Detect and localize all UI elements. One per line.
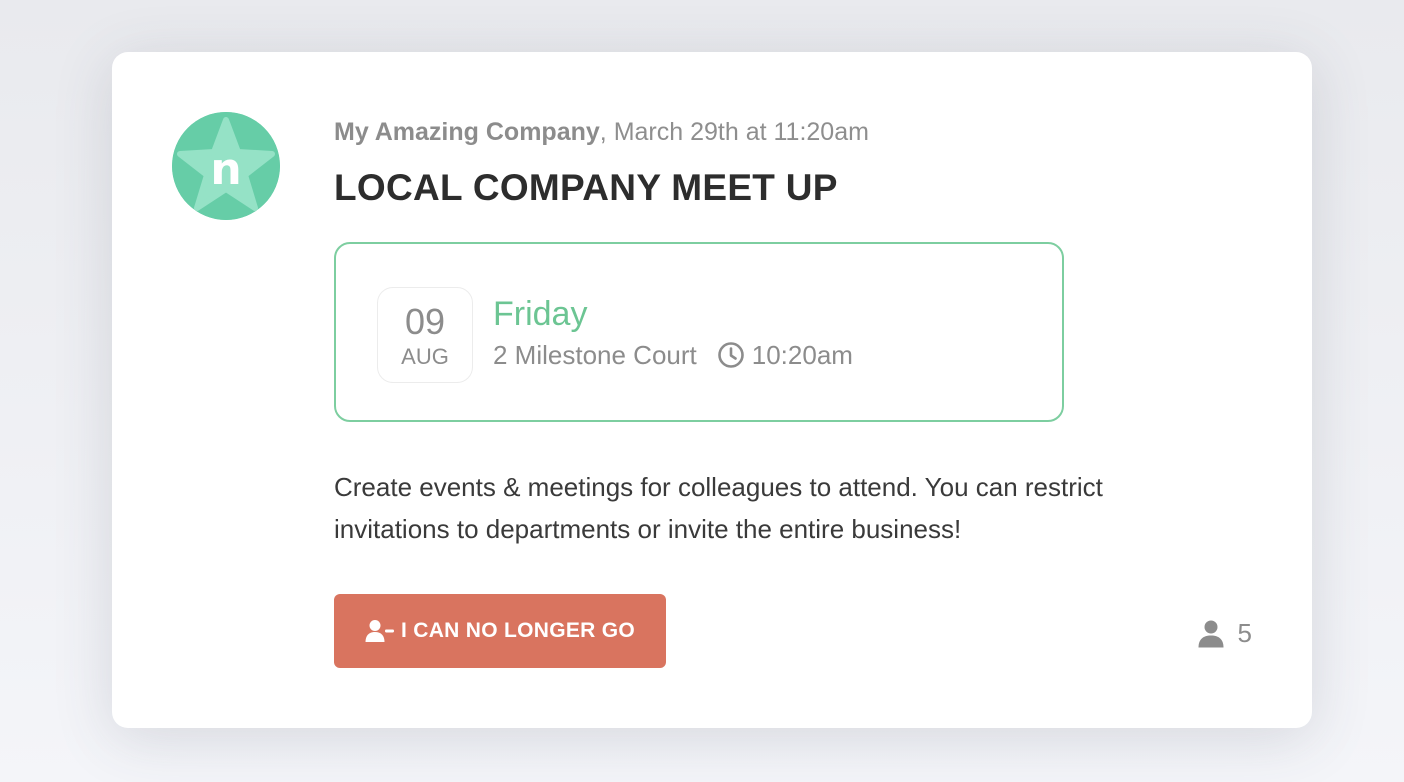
attendee-count-value: 5 [1237,618,1252,648]
company-avatar[interactable]: n [172,112,280,220]
user-minus-icon [365,619,395,643]
clock-icon [717,341,745,369]
date-day: 09 [404,301,446,342]
cancel-attendance-button[interactable]: I CAN NO LONGER GO [334,594,666,668]
event-details-box: 09 AUG Friday 2 Milestone Court 10:20am [334,242,1064,422]
star-logo-icon: n [172,112,280,220]
date-tile: 09 AUG [377,287,473,383]
person-icon [1198,620,1224,648]
event-location: 2 Milestone Court [493,340,697,370]
header-separator: , [599,118,607,146]
attendee-count[interactable]: 5 [1198,618,1252,649]
company-name[interactable]: My Amazing Company [334,118,600,146]
post-timestamp: March 29th at 11:20am [613,118,869,146]
event-time: 10:20am [751,340,853,370]
event-description: Create events & meetings for colleagues … [334,472,1103,544]
date-month: AUG [401,344,449,369]
avatar-letter: n [210,144,241,195]
cancel-attendance-label: I CAN NO LONGER GO [400,619,636,642]
event-meta: 2 Milestone Court 10:20am [493,339,853,371]
event-post-card: n My Amazing Company, March 29th at 11:2… [112,52,1312,728]
post-header: My Amazing Company, March 29th at 11:20a… [334,118,869,147]
event-title: LOCAL COMPANY MEET UP [334,167,838,208]
event-weekday: Friday [493,295,588,333]
